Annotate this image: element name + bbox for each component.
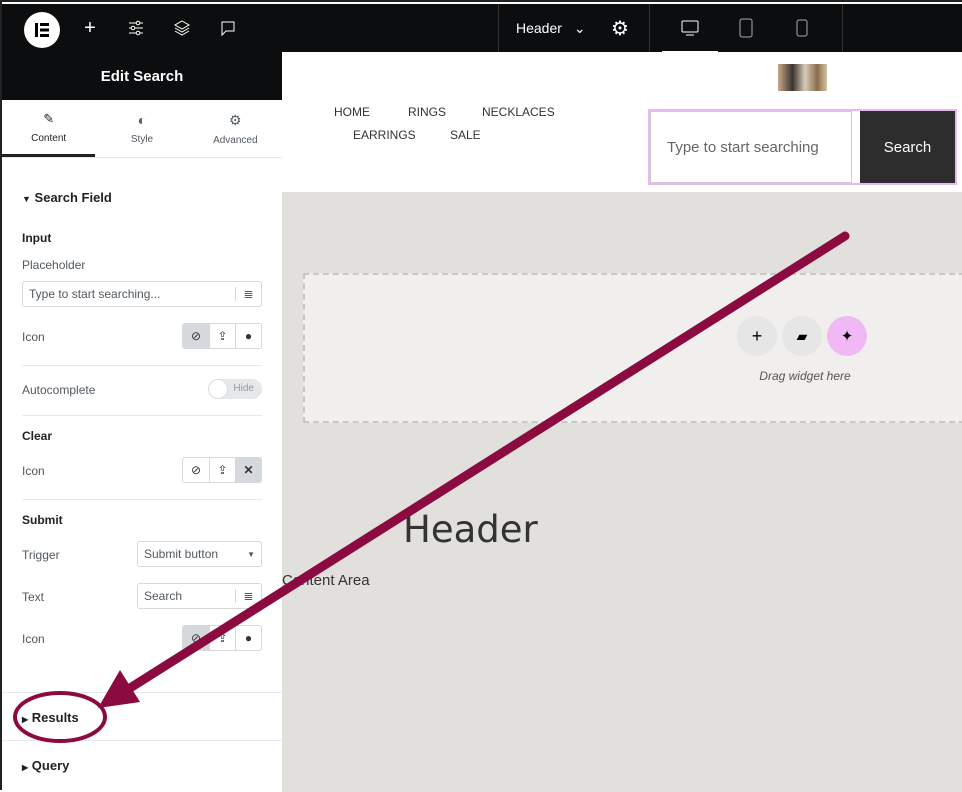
annotation-overlay bbox=[13, 231, 850, 743]
annotation-arrow bbox=[122, 231, 850, 695]
annotation-circle bbox=[13, 691, 107, 743]
